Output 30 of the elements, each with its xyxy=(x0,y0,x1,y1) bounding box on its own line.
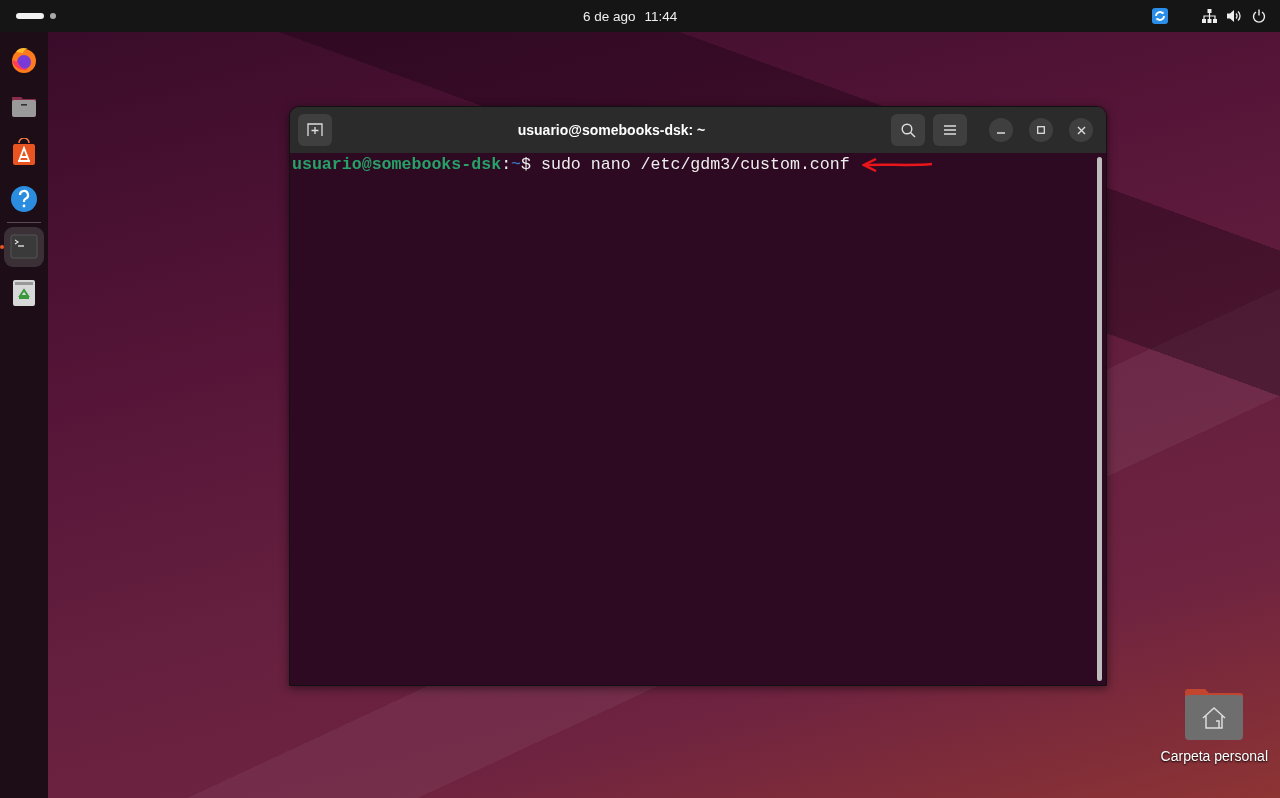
volume-icon[interactable] xyxy=(1227,9,1242,23)
close-icon xyxy=(1076,125,1086,135)
recycle-bin-icon[interactable] xyxy=(10,279,38,307)
maximize-button[interactable] xyxy=(1029,118,1053,142)
menu-button[interactable] xyxy=(933,114,967,146)
workspace-indicator[interactable] xyxy=(50,13,56,19)
minimize-button[interactable] xyxy=(989,118,1013,142)
search-button[interactable] xyxy=(891,114,925,146)
menu-icon xyxy=(944,125,956,135)
new-tab-button[interactable] xyxy=(298,114,332,146)
scrollbar[interactable] xyxy=(1097,157,1102,681)
power-icon[interactable] xyxy=(1252,9,1266,23)
running-indicator xyxy=(0,245,4,249)
time-label[interactable]: 11:44 xyxy=(644,8,678,24)
search-icon xyxy=(900,122,916,138)
terminal-icon[interactable] xyxy=(10,233,38,261)
desktop-icon-label[interactable]: Carpeta personal xyxy=(1160,748,1268,764)
question-mark-icon[interactable] xyxy=(10,184,38,212)
firefox-icon[interactable] xyxy=(10,46,38,74)
maximize-icon xyxy=(1037,126,1045,134)
update-icon[interactable] xyxy=(1152,8,1168,24)
window-title: usuario@somebooks-dsk: ~ xyxy=(516,122,707,138)
date-label[interactable]: 6 de ago xyxy=(583,8,636,24)
terminal-line: usuario@somebooks-dsk:~$ sudo nano /etc/gdm3/custom.conf xyxy=(292,155,850,174)
close-button[interactable] xyxy=(1069,118,1093,142)
shopping-bag-icon[interactable] xyxy=(10,138,38,166)
workspace-indicator[interactable] xyxy=(16,13,44,19)
new-tab-icon xyxy=(307,123,323,137)
network-icon[interactable] xyxy=(1202,9,1217,23)
home-folder-icon[interactable] xyxy=(1185,688,1244,740)
